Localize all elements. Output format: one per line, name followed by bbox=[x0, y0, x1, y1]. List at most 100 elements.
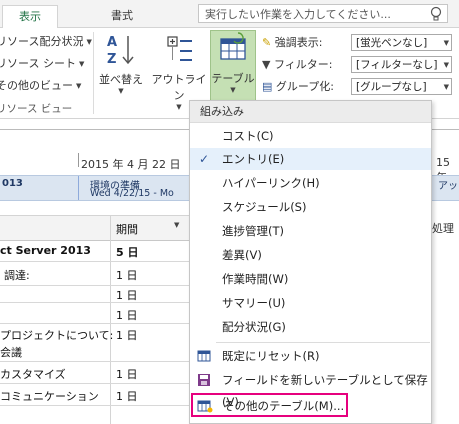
ribbon-tab-bar: 表示 書式 実行したい作業を入力してください... bbox=[0, 0, 459, 28]
tables-dropdown-menu: 組み込み コスト(C) ✓ エントリ(E) ハイパーリンク(H) スケジュール(… bbox=[189, 100, 432, 424]
timeline-bar-sub: Wed 4/22/15 - Mo bbox=[90, 188, 174, 199]
filter-combo[interactable]: [フィルターなし] ▼ bbox=[351, 56, 452, 73]
resource-sheet-label: リソース シート bbox=[0, 57, 76, 70]
highlight-label: 強調表示: bbox=[274, 36, 323, 49]
tell-me-placeholder: 実行したい作業を入力してください... bbox=[205, 8, 391, 21]
column-divider bbox=[110, 216, 111, 240]
chevron-down-icon: ▼ bbox=[230, 86, 236, 94]
menu-item-reset[interactable]: 既定にリセット(R) bbox=[190, 345, 431, 367]
table-icon bbox=[220, 32, 246, 60]
group-divider bbox=[93, 32, 94, 114]
menu-item-hyperlink[interactable]: ハイパーリンク(H) bbox=[190, 172, 431, 194]
menu-item-entry[interactable]: ✓ エントリ(E) bbox=[190, 148, 431, 170]
menu-item-reset-label: 既定にリセット(R) bbox=[222, 349, 320, 363]
menu-item-schedule[interactable]: スケジュール(S) bbox=[190, 196, 431, 218]
tab-format[interactable]: 書式 bbox=[92, 5, 152, 27]
duration-cell[interactable]: 1 日 bbox=[116, 366, 138, 382]
highlight-value: [蛍光ペンなし] bbox=[356, 37, 428, 49]
menu-item-tracking[interactable]: 進捗管理(T) bbox=[190, 220, 431, 242]
row-divider bbox=[0, 285, 190, 286]
more-tables-icon bbox=[197, 400, 213, 413]
duration-cell[interactable]: 5 日 bbox=[116, 244, 138, 260]
chevron-down-icon[interactable]: ▼ bbox=[174, 221, 179, 229]
timeline-tick bbox=[78, 153, 79, 167]
menu-item-cost[interactable]: コスト(C) bbox=[190, 125, 431, 147]
menu-item-save-as-table[interactable]: フィールドを新しいテーブルとして保存(V) bbox=[190, 369, 431, 409]
funnel-icon: ▼ bbox=[262, 58, 271, 71]
highlight-row: ✎ 強調表示: bbox=[262, 34, 322, 52]
timeline-bar-divider bbox=[78, 176, 79, 200]
group-by-combo[interactable]: [グループなし] ▼ bbox=[351, 78, 452, 95]
column-header-duration[interactable]: 期間 bbox=[116, 221, 138, 237]
chevron-down-icon: ▼ bbox=[78, 60, 85, 68]
row-divider bbox=[0, 405, 190, 406]
chevron-down-icon: ▼ bbox=[118, 87, 124, 95]
filter-label: フィルター: bbox=[273, 58, 333, 71]
sort-button[interactable]: A Z 並べ替え ▼ bbox=[96, 32, 146, 102]
outline-label: アウトライン bbox=[151, 73, 207, 102]
group-by-row: ▤ グループ化: bbox=[262, 78, 334, 96]
menu-section-header: 組み込み bbox=[190, 101, 431, 123]
tab-view[interactable]: 表示 bbox=[2, 5, 58, 28]
svg-text:A: A bbox=[107, 35, 117, 50]
menu-item-work[interactable]: 作業時間(W) bbox=[190, 268, 431, 290]
outline-icon bbox=[167, 36, 192, 61]
menu-item-variance[interactable]: 差異(V) bbox=[190, 244, 431, 266]
duration-cell[interactable]: 1 日 bbox=[116, 388, 138, 404]
save-table-icon bbox=[198, 374, 210, 386]
menu-item-entry-label: エントリ(E) bbox=[222, 152, 285, 166]
resource-usage-button[interactable]: リソース配分状況 ▼ bbox=[0, 34, 92, 50]
duration-cell[interactable]: 1 日 bbox=[116, 287, 138, 303]
chevron-down-icon: ▼ bbox=[443, 61, 449, 69]
highlight-combo[interactable]: [蛍光ペンなし] ▼ bbox=[351, 34, 452, 51]
duration-cell[interactable]: 1 日 bbox=[116, 267, 138, 283]
resource-sheet-button[interactable]: リソース シート ▼ bbox=[0, 56, 84, 72]
column-header-right[interactable]: 処理 bbox=[432, 220, 454, 236]
svg-text:Z: Z bbox=[107, 52, 116, 67]
task-name-cell[interactable]: プロジェクトについて: bbox=[0, 327, 113, 343]
chevron-down-icon: ▼ bbox=[443, 83, 449, 91]
row-divider bbox=[0, 323, 190, 324]
checkmark-icon: ✓ bbox=[199, 152, 210, 166]
duration-cell[interactable]: 1 日 bbox=[116, 327, 138, 343]
sort-label: 並べ替え bbox=[99, 73, 143, 86]
row-divider bbox=[0, 361, 190, 362]
lightbulb-icon bbox=[430, 6, 442, 21]
tables-label: テーブル bbox=[211, 72, 255, 85]
reset-table-icon bbox=[197, 350, 211, 362]
menu-separator bbox=[216, 342, 430, 343]
task-name-cell[interactable]: コミュニケーション bbox=[0, 388, 99, 404]
row-divider bbox=[0, 383, 190, 384]
filter-row: ▼ フィルター: bbox=[262, 56, 332, 74]
other-views-button[interactable]: その他のビュー ▼ bbox=[0, 78, 81, 94]
group-by-value: [グループなし] bbox=[356, 81, 427, 93]
other-views-label: その他のビュー bbox=[0, 79, 73, 92]
menu-item-more-label: その他のテーブル(M)... bbox=[223, 399, 345, 413]
task-name-cell[interactable]: ct Server 2013 bbox=[0, 244, 91, 257]
group-label-resource-view: リソース ビュー bbox=[0, 103, 73, 115]
duration-cell[interactable]: 1 日 bbox=[116, 307, 138, 323]
sort-az-icon: A Z bbox=[107, 35, 134, 67]
timeline-bar-left-label: 013 bbox=[2, 178, 23, 189]
timeline-bar-right: アッ bbox=[438, 181, 458, 192]
task-name-cell[interactable]: 会議 bbox=[0, 344, 22, 360]
chevron-down-icon: ▼ bbox=[86, 38, 92, 46]
chevron-down-icon: ▼ bbox=[443, 39, 449, 47]
menu-item-summary[interactable]: サマリー(U) bbox=[190, 292, 431, 314]
tell-me-search-box[interactable]: 実行したい作業を入力してください... bbox=[198, 4, 448, 23]
task-name-cell[interactable]: カスタマイズ bbox=[0, 366, 66, 382]
row-divider bbox=[0, 302, 190, 303]
menu-item-usage[interactable]: 配分状況(G) bbox=[190, 316, 431, 338]
chevron-down-icon: ▼ bbox=[76, 82, 82, 90]
task-name-cell[interactable]: 調達: bbox=[4, 267, 30, 283]
resource-usage-label: リソース配分状況 bbox=[0, 35, 84, 48]
tables-button[interactable]: テーブル ▼ bbox=[210, 30, 256, 102]
row-divider bbox=[0, 261, 190, 262]
grid-header-row: 期間 ▼ bbox=[0, 215, 190, 241]
highlighter-icon: ✎ bbox=[262, 36, 272, 49]
filter-value: [フィルターなし] bbox=[356, 59, 438, 71]
timeline-date-label: 2015 年 4 月 22 日 bbox=[81, 158, 181, 171]
menu-item-more-tables[interactable]: その他のテーブル(M)... bbox=[191, 393, 348, 417]
group-by-label: グループ化: bbox=[275, 80, 334, 93]
outline-button[interactable]: アウトライン ▼ bbox=[150, 32, 208, 111]
